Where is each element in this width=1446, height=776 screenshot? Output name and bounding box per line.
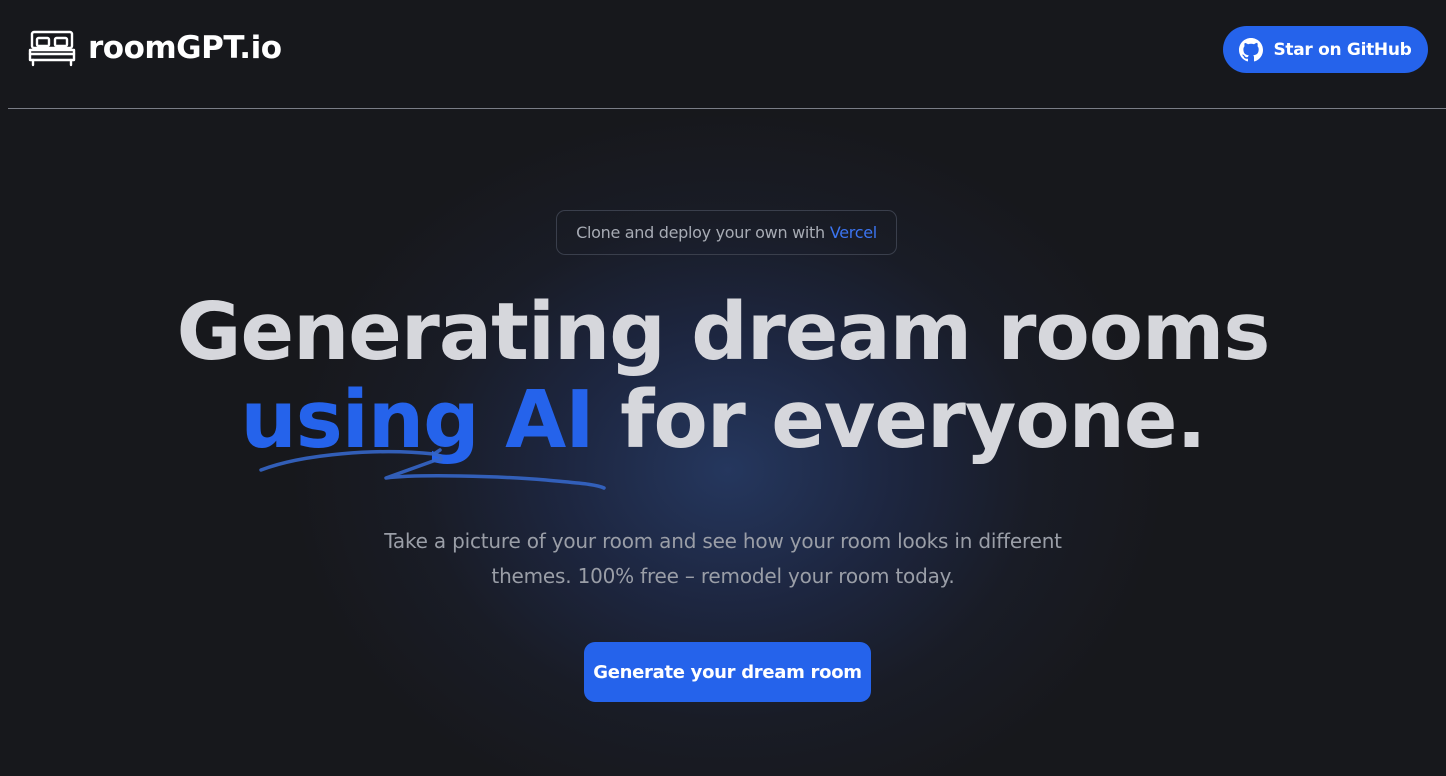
deploy-announcement[interactable]: Clone and deploy your own with Vercel — [556, 210, 897, 255]
headline-line-1: Generating dream rooms — [176, 286, 1271, 378]
vercel-link[interactable]: Vercel — [830, 223, 877, 242]
site-header: roomGPT.io Star on GitHub — [0, 0, 1446, 108]
brand-name: roomGPT.io — [88, 30, 282, 66]
github-icon — [1239, 37, 1264, 62]
bed-icon — [28, 28, 76, 68]
headline-rest: for everyone. — [593, 374, 1206, 466]
generate-dream-room-button[interactable]: Generate your dream room — [584, 642, 871, 702]
star-on-github-button[interactable]: Star on GitHub — [1223, 26, 1428, 73]
hero-headline: Generating dream rooms using AI for ever… — [0, 288, 1446, 464]
header-divider — [8, 108, 1446, 109]
hero-subtitle: Take a picture of your room and see how … — [384, 529, 1062, 588]
github-button-label: Star on GitHub — [1273, 39, 1412, 60]
announcement-text: Clone and deploy your own with — [576, 223, 825, 242]
brand-logo-link[interactable]: roomGPT.io — [28, 28, 282, 68]
landing-page: roomGPT.io Star on GitHub Clone and depl… — [0, 0, 1446, 776]
